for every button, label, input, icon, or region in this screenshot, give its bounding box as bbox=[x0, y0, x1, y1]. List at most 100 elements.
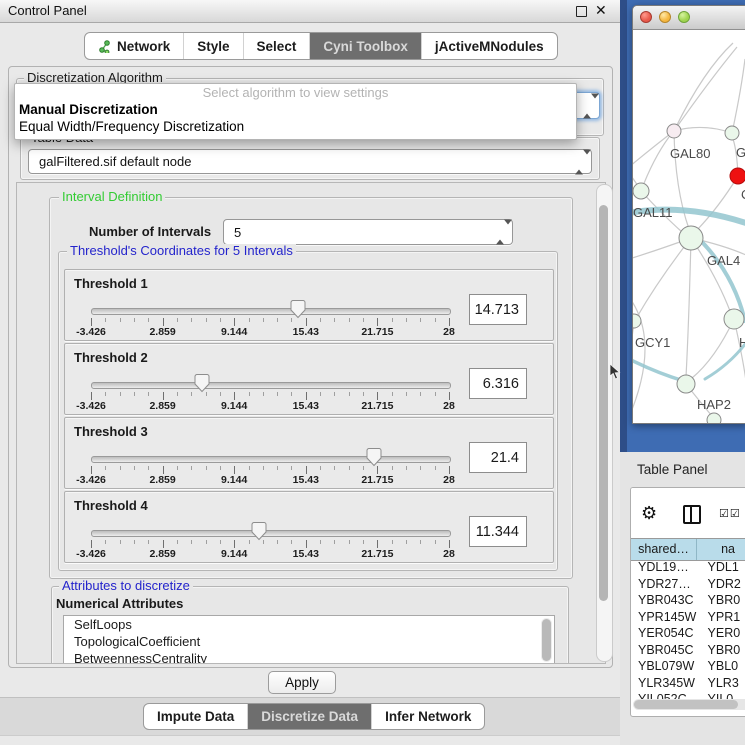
tick-label: 9.144 bbox=[221, 326, 247, 338]
float-panel-icon[interactable] bbox=[576, 6, 587, 17]
close-traffic-light-icon[interactable] bbox=[640, 11, 652, 23]
tick-mark bbox=[406, 392, 407, 396]
network-node-label[interactable]: GAL11 bbox=[633, 205, 673, 220]
threshold-slider-thumb[interactable] bbox=[290, 299, 306, 319]
table-column-header-1[interactable]: shared… bbox=[631, 539, 697, 560]
columns-icon[interactable] bbox=[683, 505, 701, 524]
network-node[interactable] bbox=[679, 226, 703, 250]
threshold-slider-track[interactable] bbox=[91, 456, 451, 463]
table-row[interactable]: YER054CYER0 bbox=[631, 625, 745, 642]
network-window[interactable]: GAL80 G GAL11 C GAL4 GCY1 H HAP2 bbox=[632, 5, 745, 424]
threshold-value-field[interactable]: 21.4 bbox=[469, 442, 527, 473]
tab-jactivemnodules[interactable]: jActiveMNodules bbox=[421, 33, 557, 59]
network-edge bbox=[732, 59, 745, 133]
network-icon bbox=[98, 40, 111, 53]
network-node-label[interactable]: C bbox=[741, 187, 745, 202]
threshold-slider-track[interactable] bbox=[91, 530, 451, 537]
network-node-label[interactable]: HAP2 bbox=[697, 397, 731, 412]
table-column-header-2[interactable]: na bbox=[697, 539, 745, 560]
table-row[interactable]: YIL052CYIL0 bbox=[631, 691, 745, 699]
tick-mark bbox=[148, 466, 149, 470]
table-row[interactable]: YDL19…YDL1 bbox=[631, 559, 745, 576]
network-node-label[interactable]: GAL80 bbox=[670, 146, 710, 161]
node-table: ⚙ ☑☑ shared…na YDL19…YDL1YDR27…YDR2YBR04… bbox=[630, 487, 745, 717]
tick-mark bbox=[191, 540, 192, 544]
tick-mark bbox=[277, 466, 278, 470]
table-horizontal-scrollbar[interactable] bbox=[633, 699, 745, 710]
network-node-label[interactable]: GCY1 bbox=[635, 335, 670, 350]
table-row[interactable]: YLR345WYLR3 bbox=[631, 675, 745, 692]
close-panel-icon[interactable]: ✕ bbox=[595, 5, 606, 16]
attributes-list-scrollbar[interactable] bbox=[541, 618, 552, 662]
cell-shared-name: YER054C bbox=[631, 625, 700, 642]
apply-button[interactable]: Apply bbox=[268, 671, 336, 694]
network-node-label[interactable]: G bbox=[736, 145, 745, 160]
tick-mark bbox=[320, 318, 321, 322]
network-node-label[interactable]: H bbox=[739, 335, 745, 350]
table-data-combobox[interactable]: galFiltered.sif default node bbox=[28, 149, 592, 174]
dropdown-option-equal-width-frequency-discretization[interactable]: Equal Width/Frequency Discretization bbox=[15, 118, 576, 135]
table-data-value: galFiltered.sif default node bbox=[39, 150, 191, 173]
interval-definition-label: Interval Definition bbox=[59, 190, 165, 203]
tick-mark bbox=[220, 318, 221, 322]
zoom-traffic-light-icon[interactable] bbox=[678, 11, 690, 23]
network-node[interactable] bbox=[633, 183, 649, 199]
number-of-intervals-combobox[interactable]: 5 bbox=[223, 219, 513, 245]
tab-cyni-toolbox[interactable]: Cyni Toolbox bbox=[309, 33, 421, 59]
gear-icon[interactable]: ⚙ bbox=[641, 504, 657, 522]
tick-mark bbox=[320, 466, 321, 470]
threshold-label: Threshold 4 bbox=[74, 498, 148, 513]
threshold-value-field[interactable]: 6.316 bbox=[469, 368, 527, 399]
tick-mark bbox=[263, 318, 264, 322]
threshold-slider-thumb[interactable] bbox=[194, 373, 210, 393]
tick-mark bbox=[449, 392, 450, 400]
tick-mark bbox=[91, 466, 92, 474]
network-node[interactable] bbox=[725, 126, 739, 140]
table-row[interactable]: YBL079WYBL0 bbox=[631, 658, 745, 675]
table-row[interactable]: YPR145WYPR1 bbox=[631, 609, 745, 626]
threshold-slider-thumb[interactable] bbox=[251, 521, 267, 541]
tab-select[interactable]: Select bbox=[243, 33, 310, 59]
cell-name: YER0 bbox=[700, 625, 745, 642]
numerical-attributes-list[interactable]: SelfLoopsTopologicalCoefficientBetweenne… bbox=[63, 615, 555, 664]
table-row[interactable]: YBR045CYBR0 bbox=[631, 642, 745, 659]
network-node[interactable] bbox=[707, 413, 721, 423]
tab-network[interactable]: Network bbox=[85, 33, 183, 59]
network-node[interactable] bbox=[730, 168, 745, 184]
threshold-slider-thumb[interactable] bbox=[366, 447, 382, 467]
tab-infer-network[interactable]: Infer Network bbox=[371, 704, 484, 729]
tick-mark bbox=[234, 392, 235, 400]
table-row[interactable]: YBR043CYBR0 bbox=[631, 592, 745, 609]
tick-mark bbox=[120, 318, 121, 322]
settings-vertical-scrollbar[interactable] bbox=[596, 184, 613, 662]
network-node[interactable] bbox=[667, 124, 681, 138]
tick-mark bbox=[105, 392, 106, 396]
network-node-label[interactable]: GAL4 bbox=[707, 253, 740, 268]
attribute-item-betweennesscentrality[interactable]: BetweennessCentrality bbox=[64, 650, 554, 664]
dropdown-option-manual-discretization[interactable]: Manual Discretization bbox=[15, 101, 576, 118]
threshold-value-field[interactable]: 14.713 bbox=[469, 294, 527, 325]
checkboxes-icon[interactable]: ☑☑ bbox=[719, 507, 741, 520]
cell-name: YLR3 bbox=[700, 675, 745, 692]
threshold-slider-track[interactable] bbox=[91, 382, 451, 389]
tab-style[interactable]: Style bbox=[183, 33, 242, 59]
minimize-traffic-light-icon[interactable] bbox=[659, 11, 671, 23]
tick-mark bbox=[206, 318, 207, 322]
threshold-panel-1: Threshold 1-3.4262.8599.14415.4321.71528… bbox=[64, 269, 554, 341]
tick-mark bbox=[420, 540, 421, 544]
network-node[interactable] bbox=[724, 309, 744, 329]
attribute-item-selfloops[interactable]: SelfLoops bbox=[64, 616, 554, 633]
tick-mark bbox=[435, 540, 436, 544]
tab-discretize-data[interactable]: Discretize Data bbox=[247, 704, 371, 729]
control-panel-titlebar: Control Panel ✕ bbox=[0, 0, 620, 23]
tab-impute-data[interactable]: Impute Data bbox=[144, 704, 247, 729]
tick-label: 9.144 bbox=[221, 548, 247, 560]
tick-label: -3.426 bbox=[76, 400, 106, 412]
table-row[interactable]: YDR27…YDR2 bbox=[631, 576, 745, 593]
threshold-slider-track[interactable] bbox=[91, 308, 451, 315]
threshold-value-field[interactable]: 11.344 bbox=[469, 516, 527, 547]
cell-shared-name: YDL19… bbox=[631, 559, 700, 576]
attribute-item-topologicalcoefficient[interactable]: TopologicalCoefficient bbox=[64, 633, 554, 650]
network-node[interactable] bbox=[677, 375, 695, 393]
network-canvas[interactable]: GAL80 G GAL11 C GAL4 GCY1 H HAP2 bbox=[633, 29, 745, 423]
